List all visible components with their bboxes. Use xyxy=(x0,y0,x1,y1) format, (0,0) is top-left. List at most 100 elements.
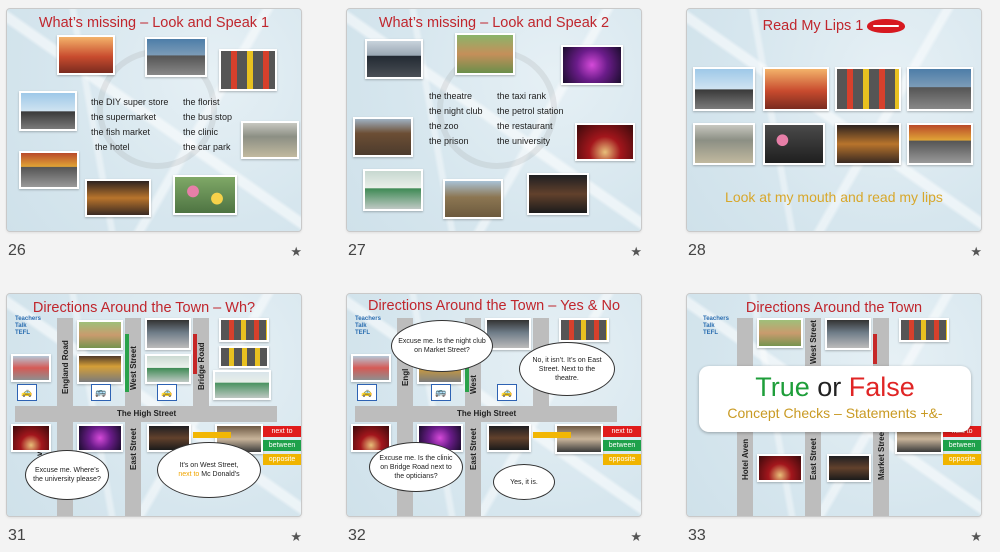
photo-shop xyxy=(145,318,191,350)
photo-prison xyxy=(77,354,123,384)
star-icon[interactable]: ★ xyxy=(970,529,982,545)
slide-title: Read My Lips 1 xyxy=(687,18,981,34)
arrow-up-down-icon xyxy=(873,334,877,364)
word-list-right: the taxi rank the petrol station the res… xyxy=(497,89,564,149)
photo-hotel xyxy=(835,123,901,165)
arrow-up-down-icon xyxy=(125,334,129,392)
road-label-east: East Street xyxy=(809,438,818,480)
slide-thumbnail[interactable]: What’s missing – Look and Speak 2 the th… xyxy=(346,8,642,232)
photo-mcdonalds xyxy=(19,151,79,189)
slide-title: What’s missing – Look and Speak 1 xyxy=(38,15,270,31)
taxi-icon: 🚕 xyxy=(357,384,377,401)
slide-thumbnail[interactable]: Read My Lips 1 Look at my mouth and read… xyxy=(686,8,982,232)
road-label-high: The High Street xyxy=(457,409,517,418)
photo-zoo xyxy=(455,33,515,75)
teachers-talk-logo: Teachers Talk TEFL xyxy=(355,316,381,336)
word-list-right: the florist the bus stop the clinic the … xyxy=(183,95,232,155)
taxi-icon: 🚕 xyxy=(17,384,37,401)
slide-cell-33[interactable]: Directions Around the Town Teachers Talk… xyxy=(686,293,982,552)
photo-florist xyxy=(763,123,825,165)
photo-diy-store xyxy=(57,35,115,75)
photo-building xyxy=(11,354,51,382)
slide-number: 33 xyxy=(688,527,706,544)
photo-petrol-station xyxy=(145,354,191,384)
word-item: the DIY super store xyxy=(91,97,169,107)
taxi-icon: 🚕 xyxy=(157,384,177,401)
bus-icon: 🚌 xyxy=(431,384,451,401)
teachers-talk-logo: Teachers Talk TEFL xyxy=(15,316,41,336)
photo-park xyxy=(757,318,803,348)
road-label-west: West xyxy=(469,375,478,394)
taxi-icon: 🚕 xyxy=(497,384,517,401)
slide-sorter-grid: What’s missing – Look and Speak 1 the DI… xyxy=(0,0,1000,552)
photo-night-club xyxy=(77,424,123,452)
photo-bus-stop xyxy=(19,91,77,131)
arrow-up-down-icon xyxy=(193,334,197,374)
photo-car-park xyxy=(835,67,901,111)
slide-title: Directions Around the Town – Wh? xyxy=(32,300,256,316)
road-label-bridge: Bridge Road xyxy=(197,342,206,390)
slide-cell-26[interactable]: What’s missing – Look and Speak 1 the DI… xyxy=(6,8,302,276)
photo-restaurant xyxy=(827,454,871,482)
photo-fish-market xyxy=(693,123,755,165)
word-item: the petrol station xyxy=(497,106,564,116)
tag-opposite: opposite xyxy=(263,454,301,465)
photo-theatre xyxy=(11,424,51,452)
slide-cell-27[interactable]: What’s missing – Look and Speak 2 the th… xyxy=(346,8,642,276)
speech-bubble-answer: It’s on West Street, next to Mc Donald’s xyxy=(157,442,261,498)
true-false-subtitle: Concept Checks – Statements +&- xyxy=(727,405,943,421)
slide-thumbnail[interactable]: Directions Around the Town – Yes & No Te… xyxy=(346,293,642,517)
tag-opposite: opposite xyxy=(603,454,641,465)
word-list-left: the theatre the night club the zoo the p… xyxy=(429,89,483,149)
slide-thumbnail[interactable]: Directions Around the Town – Wh? Teacher… xyxy=(6,293,302,517)
photo-florist xyxy=(173,175,237,215)
road-label-england: England Road xyxy=(61,340,70,394)
slide-thumbnail[interactable]: Directions Around the Town Teachers Talk… xyxy=(686,293,982,517)
speech-bubble-answer-1: No, it isn’t. It’s on East Street. Next … xyxy=(519,342,615,396)
word-item: the restaurant xyxy=(497,121,553,131)
tag-between: between xyxy=(943,440,981,451)
slide-cell-31[interactable]: Directions Around the Town – Wh? Teacher… xyxy=(6,293,302,552)
star-icon[interactable]: ★ xyxy=(290,244,302,260)
speech-bubble-question: Excuse me. Where’s the university please… xyxy=(25,450,109,500)
slide-number: 31 xyxy=(8,527,26,544)
photo-shop xyxy=(825,318,871,350)
slide-title: What’s missing – Look and Speak 2 xyxy=(378,15,610,31)
photo-fish-market xyxy=(241,121,299,159)
star-icon[interactable]: ★ xyxy=(630,244,642,260)
slide-subtitle: Look at my mouth and read my lips xyxy=(725,189,943,205)
teachers-talk-logo: Teachers Talk TEFL xyxy=(703,316,729,336)
photo-restaurant xyxy=(527,173,589,215)
photo-theatre xyxy=(757,454,803,482)
word-item: the florist xyxy=(183,97,220,107)
word-item: the taxi rank xyxy=(497,91,547,101)
photo-night-club xyxy=(561,45,623,85)
speech-bubble-question-1: Excuse me. Is the night club on Market S… xyxy=(391,320,493,372)
tag-next-to: next to xyxy=(603,426,641,437)
road-label-west: West Street xyxy=(129,346,138,390)
true-false-box: True or False Concept Checks – Statement… xyxy=(699,366,971,432)
slide-cell-32[interactable]: Directions Around the Town – Yes & No Te… xyxy=(346,293,642,552)
star-icon[interactable]: ★ xyxy=(630,529,642,545)
word-list-left: the DIY super store the supermarket the … xyxy=(91,95,168,155)
slide-number: 32 xyxy=(348,527,366,544)
slide-thumbnail[interactable]: What’s missing – Look and Speak 1 the DI… xyxy=(6,8,302,232)
photo-florist xyxy=(555,424,603,454)
photo-car-park-2 xyxy=(219,346,269,368)
photo-park xyxy=(77,320,123,350)
road-label-east: East Street xyxy=(129,428,138,470)
photo-taxi-rank xyxy=(365,39,423,79)
word-item: the supermarket xyxy=(91,112,157,122)
tag-between: between xyxy=(263,440,301,451)
slide-cell-28[interactable]: Read My Lips 1 Look at my mouth and read… xyxy=(686,8,982,276)
word-item: the hotel xyxy=(95,142,130,152)
bus-icon: 🚌 xyxy=(91,384,111,401)
road-label-avenue: Hotel Aven xyxy=(741,438,750,480)
slide-title: Directions Around the Town – Yes & No xyxy=(367,298,621,314)
photo-car-park xyxy=(899,318,949,342)
slide-number: 27 xyxy=(348,242,366,259)
photo-theatre xyxy=(575,123,635,161)
star-icon[interactable]: ★ xyxy=(970,244,982,260)
star-icon[interactable]: ★ xyxy=(290,529,302,545)
road-label-east: East Street xyxy=(469,428,478,470)
